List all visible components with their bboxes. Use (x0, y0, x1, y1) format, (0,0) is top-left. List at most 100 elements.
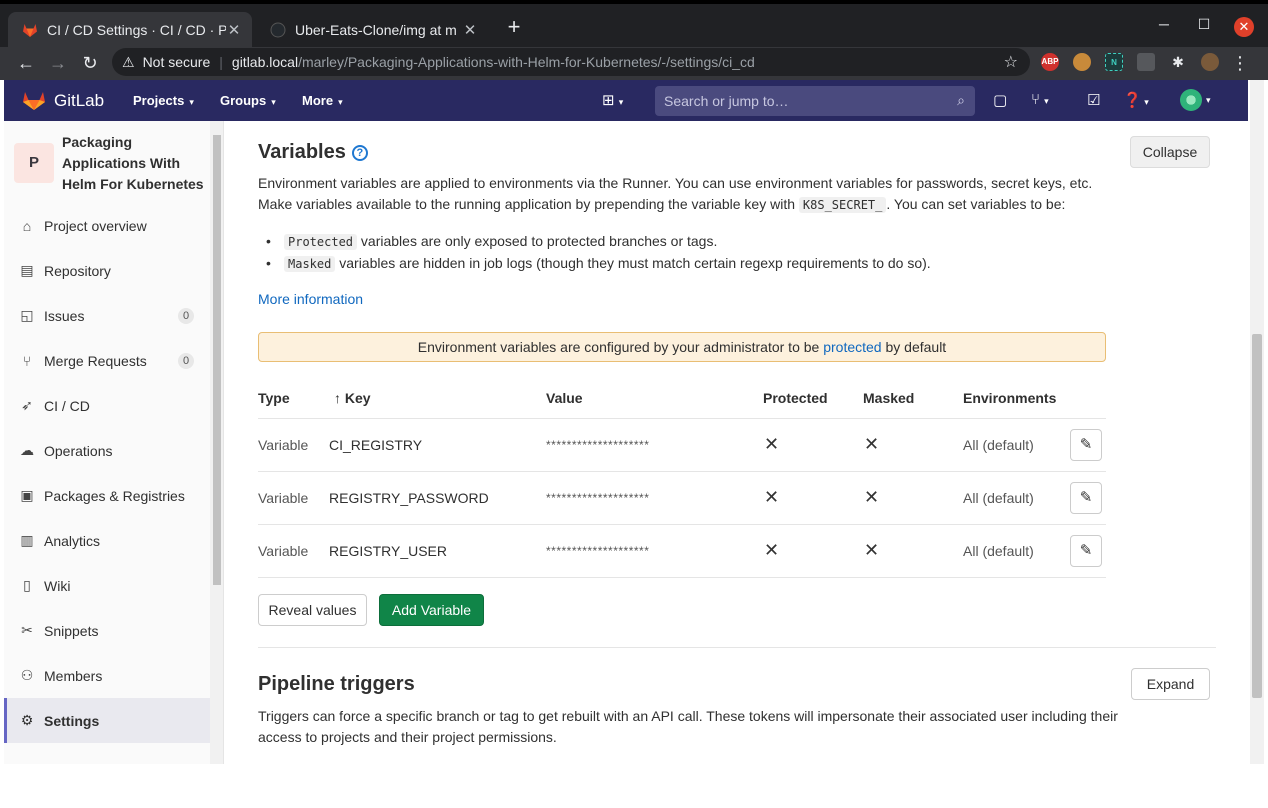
profile-icon[interactable] (1201, 53, 1219, 71)
pencil-icon: ✎ (1079, 542, 1093, 559)
variable-key: REGISTRY_USER (329, 543, 447, 559)
sidebar-item-ci-cd[interactable]: ➶ CI / CD (4, 383, 210, 428)
page-scrollbar-thumb[interactable] (1252, 334, 1262, 698)
chart-icon: ▥ (20, 532, 34, 548)
maximize-icon[interactable]: ☐ (1194, 16, 1214, 33)
user-avatar[interactable] (1180, 89, 1202, 111)
tab-close-icon[interactable]: ✕ (226, 21, 242, 39)
add-variable-button[interactable]: Add Variable (379, 594, 484, 626)
edit-variable-button[interactable]: ✎ (1070, 429, 1102, 461)
reveal-values-button[interactable]: Reveal values (258, 594, 367, 626)
masked-x-icon: ✕ (864, 540, 880, 560)
forward-arrow-icon[interactable]: → (46, 51, 70, 75)
column-header-environments: Environments (963, 390, 1057, 406)
sidebar-item-repository[interactable]: ▤ Repository (4, 248, 210, 293)
new-item-plus-icon[interactable]: ⊞ ▾ (602, 91, 623, 109)
chevron-down-icon: ▾ (271, 97, 276, 107)
edit-variable-button[interactable]: ✎ (1070, 482, 1102, 514)
merge-requests-icon[interactable]: ⑂ ▾ (1031, 91, 1049, 108)
sidebar-item-members[interactable]: ⚇ Members (4, 653, 210, 698)
search-icon: ⌕ (957, 92, 965, 108)
browser-toolbar: ← → ↻ ⚠ Not secure | gitlab.local/marley… (0, 47, 1268, 80)
column-header-protected: Protected (763, 390, 828, 406)
gitlab-favicon-icon (23, 23, 37, 37)
extensions-puzzle-icon[interactable]: ✱ (1169, 53, 1187, 71)
nav-groups[interactable]: Groups ▾ (220, 93, 276, 108)
variable-environment: All (default) (963, 437, 1034, 453)
more-information-link[interactable]: More information (258, 289, 363, 310)
gear-icon: ⚙ (20, 712, 34, 728)
back-arrow-icon[interactable]: ← (14, 51, 38, 75)
variable-environment: All (default) (963, 543, 1034, 559)
merge-icon: ⑂ (22, 352, 32, 369)
gitlab-logo-icon[interactable] (22, 89, 46, 111)
new-tab-button[interactable]: + (502, 16, 526, 40)
variable-type: Variable (258, 437, 309, 453)
issues-todo-icon[interactable]: ▢ (993, 91, 1007, 109)
gitlab-header: GitLab Projects ▾ Groups ▾ More ▾ ⊞ ▾ Searc… (4, 80, 1248, 121)
tab-ci-cd-settings[interactable]: CI / CD Settings · CI / CD · P ✕ (8, 12, 252, 47)
variable-key: REGISTRY_PASSWORD (329, 490, 489, 506)
pipeline-triggers-description: Triggers can force a specific branch or … (258, 708, 1118, 745)
variable-value: ******************** (546, 491, 650, 505)
sidebar-scrollbar-thumb[interactable] (213, 135, 221, 585)
sidebar-item-project-overview[interactable]: ⌂ Project overview (4, 203, 210, 248)
protected-x-icon: ✕ (764, 540, 780, 560)
sidebar-item-analytics[interactable]: ▥ Analytics (4, 518, 210, 563)
sidebar-item-settings[interactable]: ⚙ Settings (4, 698, 210, 743)
chevron-down-icon[interactable]: ▾ (1206, 95, 1211, 106)
n-extension-icon[interactable]: N (1105, 53, 1123, 71)
minimize-icon[interactable]: ─ (1154, 16, 1174, 32)
issues-count-badge: 0 (178, 308, 194, 324)
project-name[interactable]: Packaging Applications With Helm For Kub… (62, 132, 212, 195)
protected-link[interactable]: protected (823, 339, 881, 355)
address-bar[interactable]: ⚠ Not secure | gitlab.local/marley/Packa… (112, 48, 1030, 76)
help-question-icon[interactable]: ? (351, 145, 368, 161)
edit-variable-button[interactable]: ✎ (1070, 535, 1102, 567)
browser-menu-icon[interactable]: ⋮ (1231, 51, 1249, 75)
expand-button[interactable]: Expand (1131, 668, 1210, 700)
scissors-icon: ✂ (21, 622, 33, 638)
tab-close-icon[interactable]: ✕ (462, 21, 478, 39)
project-avatar[interactable]: P (14, 143, 54, 183)
tab-uber-eats-clone[interactable]: Uber-Eats-Clone/img at m ✕ (256, 12, 488, 47)
variable-key: CI_REGISTRY (329, 437, 423, 453)
sidebar-item-packages-registries[interactable]: ▣ Packages & Registries (4, 473, 210, 518)
project-sidebar: P Packaging Applications With Helm For K… (4, 121, 224, 764)
nav-more[interactable]: More ▾ (302, 93, 343, 108)
sidebar-item-snippets[interactable]: ✂ Snippets (4, 608, 210, 653)
masked-x-icon: ✕ (864, 434, 880, 454)
warning-triangle-icon: ⚠ (122, 53, 135, 70)
bookmark-star-icon[interactable]: ☆ (1004, 52, 1018, 72)
sidebar-item-wiki[interactable]: ▯ Wiki (4, 563, 210, 608)
column-header-key[interactable]: ↑ Key (334, 390, 371, 406)
sidebar-item-operations[interactable]: ☁ Operations (4, 428, 210, 473)
protected-default-alert: Environment variables are configured by … (258, 332, 1106, 362)
brand-name[interactable]: GitLab (54, 91, 104, 111)
reload-icon[interactable]: ↻ (78, 51, 102, 75)
book-icon: ▯ (23, 577, 31, 593)
adblock-extension-icon[interactable]: ABP (1041, 53, 1059, 71)
variable-environment: All (default) (963, 490, 1034, 506)
sidebar-item-merge-requests[interactable]: ⑂ Merge Requests 0 (4, 338, 210, 383)
nav-projects[interactable]: Projects ▾ (133, 93, 194, 108)
variable-value: ******************** (546, 438, 650, 452)
table-divider (258, 524, 1106, 525)
column-header-type: Type (258, 390, 290, 406)
sidebar-item-issues[interactable]: ◱ Issues 0 (4, 293, 210, 338)
protected-x-icon: ✕ (764, 434, 780, 454)
security-label: Not secure (142, 54, 211, 70)
users-icon: ⚇ (20, 667, 34, 683)
window-close-icon[interactable]: ✕ (1234, 17, 1254, 37)
k8s-secret-code: K8S_SECRET_ (798, 197, 887, 213)
help-question-icon[interactable]: ❓ ▾ (1123, 91, 1149, 109)
cookie-extension-icon[interactable] (1073, 53, 1091, 71)
collapse-button[interactable]: Collapse (1130, 136, 1210, 168)
todos-check-icon[interactable]: ☑ (1087, 91, 1100, 109)
grid-extension-icon[interactable] (1137, 53, 1155, 71)
search-input[interactable]: Search or jump to… ⌕ (655, 86, 975, 116)
url-path: /marley/Packaging-Applications-with-Helm… (298, 54, 755, 70)
section-divider (258, 647, 1216, 648)
list-item: Protected variables are only exposed to … (266, 231, 931, 253)
window-bottom (0, 764, 1268, 808)
